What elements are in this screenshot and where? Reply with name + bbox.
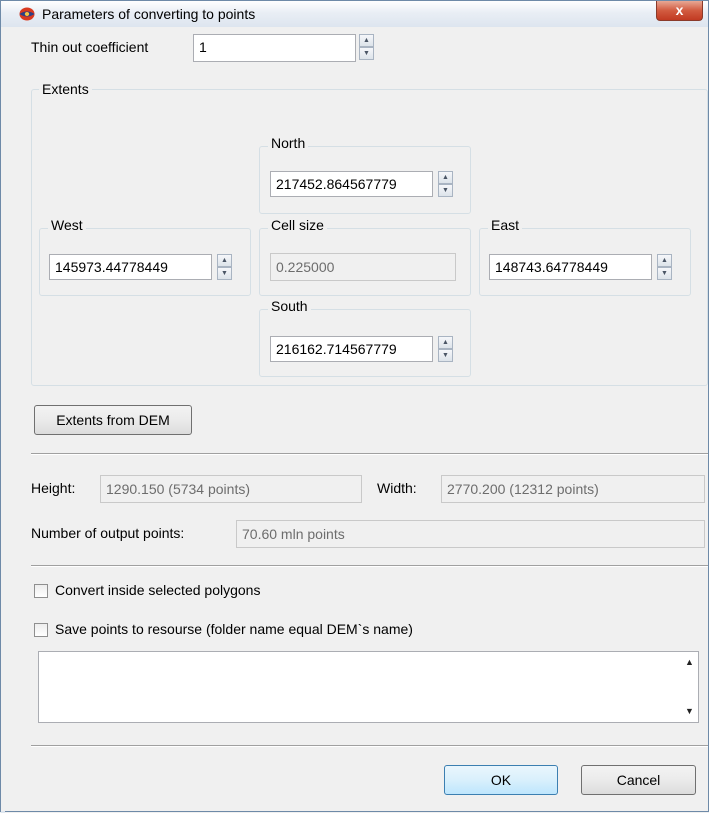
save-points-label[interactable]: Save points to resourse (folder name equ… [55, 621, 413, 637]
height-label: Height: [31, 480, 76, 496]
scroll-up-icon[interactable]: ▲ [681, 654, 698, 671]
height-field: 1290.150 (5734 points) [100, 475, 362, 503]
south-stepper[interactable]: ▲ ▼ [438, 336, 453, 362]
spin-up-icon[interactable]: ▲ [438, 336, 453, 349]
thin-out-input[interactable]: 1 [193, 34, 356, 62]
spin-up-icon[interactable]: ▲ [438, 171, 453, 184]
thin-out-label: Thin out coefficient [31, 39, 149, 55]
output-points-field: 70.60 mln points [236, 520, 705, 548]
east-stepper[interactable]: ▲ ▼ [657, 254, 672, 280]
spin-up-icon[interactable]: ▲ [217, 254, 232, 267]
dialog-content: Thin out coefficient 1 ▲ ▼ Extents North… [1, 27, 708, 811]
south-label: South [268, 298, 311, 314]
west-label: West [48, 217, 86, 233]
spin-down-icon[interactable]: ▼ [359, 47, 374, 60]
scroll-down-icon[interactable]: ▼ [681, 703, 698, 720]
west-stepper[interactable]: ▲ ▼ [217, 254, 232, 280]
dialog-window: Parameters of converting to points x Thi… [0, 0, 709, 813]
extents-group-label: Extents [39, 81, 92, 97]
thin-out-stepper[interactable]: ▲ ▼ [359, 34, 374, 62]
spin-down-icon[interactable]: ▼ [438, 184, 453, 197]
output-points-label: Number of output points: [31, 525, 185, 541]
east-input[interactable]: 148743.64778449 [489, 254, 652, 280]
east-label: East [488, 217, 523, 233]
title-bar[interactable]: Parameters of converting to points x [1, 1, 708, 28]
convert-inside-polygons-label[interactable]: Convert inside selected polygons [55, 582, 260, 598]
west-input[interactable]: 145973.44778449 [49, 254, 212, 280]
separator [31, 745, 708, 747]
extents-from-dem-button[interactable]: Extents from DEM [34, 405, 192, 435]
close-button[interactable]: x [656, 1, 703, 21]
north-input[interactable]: 217452.864567779 [270, 171, 433, 197]
width-label: Width: [377, 480, 417, 496]
spin-down-icon[interactable]: ▼ [438, 349, 453, 362]
width-field: 2770.200 (12312 points) [441, 475, 705, 503]
north-stepper[interactable]: ▲ ▼ [438, 171, 453, 197]
spin-up-icon[interactable]: ▲ [657, 254, 672, 267]
spin-up-icon[interactable]: ▲ [359, 34, 374, 47]
spin-down-icon[interactable]: ▼ [217, 267, 232, 280]
window-title: Parameters of converting to points [42, 6, 256, 22]
cancel-button[interactable]: Cancel [581, 765, 696, 795]
save-points-checkbox[interactable] [34, 623, 48, 637]
log-textarea[interactable]: ▲ ▼ [38, 651, 699, 723]
cell-size-input: 0.225000 [270, 253, 456, 281]
spin-down-icon[interactable]: ▼ [657, 267, 672, 280]
north-label: North [268, 135, 309, 151]
convert-inside-polygons-checkbox[interactable] [34, 584, 48, 598]
separator [31, 453, 708, 455]
ok-button[interactable]: OK [444, 765, 558, 795]
south-input[interactable]: 216162.714567779 [270, 336, 433, 362]
separator [31, 565, 708, 567]
textarea-scrollbar[interactable]: ▲ ▼ [681, 652, 698, 722]
cell-size-label: Cell size [268, 217, 327, 233]
app-logo-icon [19, 7, 35, 21]
